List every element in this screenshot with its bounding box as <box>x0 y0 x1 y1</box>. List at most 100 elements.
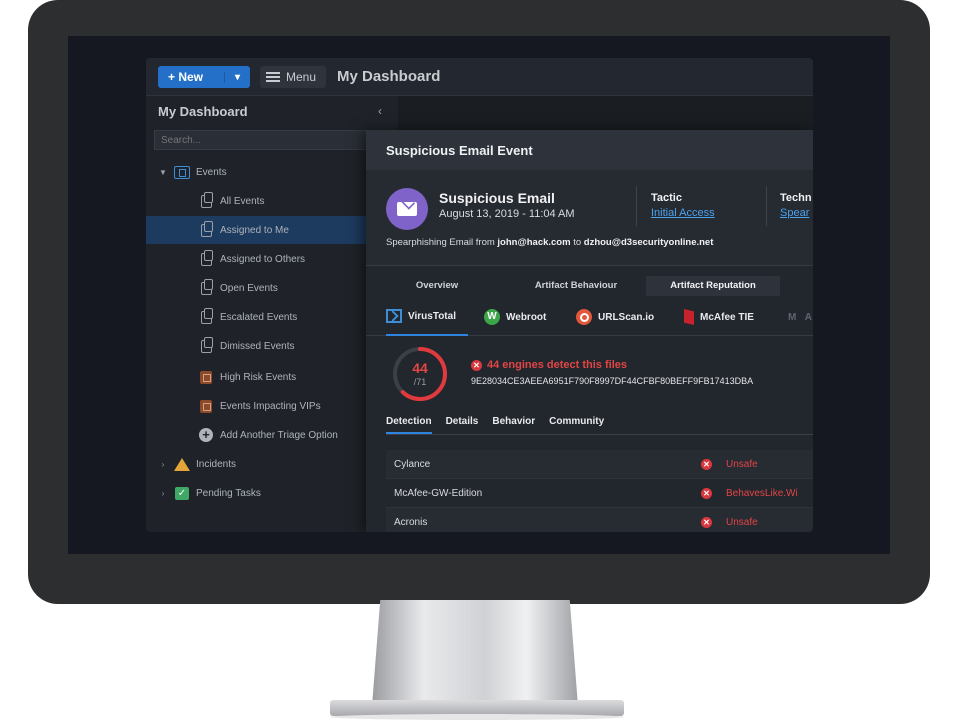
chevron-down-icon[interactable]: ▾ <box>224 71 250 83</box>
chevron-right-icon[interactable]: › <box>158 460 168 469</box>
error-icon: ✕ <box>701 516 712 528</box>
subtab-divider <box>386 434 813 435</box>
virustotal-icon <box>386 309 402 323</box>
event-title: Suspicious Email <box>439 190 555 206</box>
sidebar-item-label: Assigned to Me <box>220 224 289 236</box>
vendor-tab-virustotal[interactable]: VirusTotal <box>386 298 468 336</box>
add-triage-option-button[interactable]: + Add Another Triage Option <box>146 421 398 449</box>
copy-icon <box>198 220 214 237</box>
sidebar-item-events-impacting-vips[interactable]: Events Impacting VIPs <box>146 392 398 420</box>
vendor-tab-mcafee-tie[interactable]: McAfee TIE <box>684 298 754 336</box>
detection-result: ✕ Unsafe <box>701 516 758 528</box>
vendor-label: URLScan.io <box>598 311 655 323</box>
copy-icon <box>198 191 214 208</box>
result-label: BehavesLike.Wi <box>726 487 798 499</box>
sender-email: john@hack.com <box>497 237 571 248</box>
subtab-behavior[interactable]: Behavior <box>492 416 535 434</box>
desc-mid: to <box>570 237 584 248</box>
event-summary-card: Suspicious Email August 13, 2019 - 11:04… <box>366 170 813 266</box>
vendor-tab-more[interactable]: M A <box>788 298 813 336</box>
sidebar-item-high-risk-events[interactable]: High Risk Events <box>146 363 398 391</box>
copy-icon <box>198 249 214 266</box>
sidebar-item-label: Events Impacting VIPs <box>220 400 321 412</box>
check-icon: ✓ <box>174 486 190 500</box>
collapse-sidebar-icon[interactable]: ‹ <box>378 104 382 118</box>
copy-icon <box>198 307 214 324</box>
risk-icon <box>198 370 214 384</box>
sidebar-item-label: Add Another Triage Option <box>220 429 338 441</box>
sidebar-item-label: Incidents <box>196 458 237 470</box>
top-bar: + New ▾ Menu My Dashboard <box>146 58 813 96</box>
new-button-label: + New <box>168 70 204 84</box>
table-row: Acronis ✕ Unsafe <box>386 508 813 532</box>
main-content-area <box>398 96 813 130</box>
error-icon: ✕ <box>471 359 482 371</box>
detection-result: ✕ Unsafe <box>701 458 758 470</box>
engine-name: McAfee-GW-Edition <box>394 487 483 499</box>
subtab-details[interactable]: Details <box>446 416 479 434</box>
technique-link[interactable]: Spear <box>780 207 809 219</box>
tab-artifact-behaviour[interactable]: Artifact Behaviour <box>506 276 646 296</box>
sidebar-item-dismissed-events[interactable]: Dimissed Events <box>146 332 398 360</box>
result-label: Unsafe <box>726 516 758 528</box>
sidebar-search-input[interactable] <box>154 130 386 150</box>
sidebar-item-label: Events <box>196 166 227 178</box>
sidebar-item-incidents[interactable]: › Incidents <box>146 450 398 478</box>
sidebar: My Dashboard ‹ ▼ Events All Events Assig… <box>146 96 398 532</box>
result-subtabs: Detection Details Behavior Community <box>386 416 604 436</box>
vendor-tab-webroot[interactable]: W Webroot <box>484 298 546 336</box>
menu-button[interactable]: Menu <box>260 66 326 88</box>
subtab-detection[interactable]: Detection <box>386 416 432 434</box>
monitor-stand-neck <box>372 600 578 706</box>
tab-artifact-reputation[interactable]: Artifact Reputation <box>646 276 780 296</box>
tactic-link[interactable]: Initial Access <box>651 207 715 219</box>
reputation-vendor-tabs: VirusTotal W Webroot URLScan.io McAfee T… <box>366 298 813 336</box>
vendor-label: McAfee TIE <box>700 311 754 323</box>
vendor-label: VirusTotal <box>408 310 456 322</box>
webroot-icon: W <box>484 309 500 325</box>
detection-total: /71 <box>413 377 427 387</box>
sidebar-item-label: High Risk Events <box>220 371 297 383</box>
detection-score: 44 <box>412 360 428 376</box>
sidebar-item-events[interactable]: ▼ Events <box>146 158 398 186</box>
error-icon: ✕ <box>701 458 712 470</box>
sidebar-item-assigned-to-me[interactable]: Assigned to Me <box>146 216 398 244</box>
monitor-stand-shadow <box>330 714 624 720</box>
copy-icon <box>198 336 214 353</box>
new-button[interactable]: + New ▾ <box>158 66 250 88</box>
panel-title: Suspicious Email Event <box>366 130 813 170</box>
table-row: McAfee-GW-Edition ✕ BehavesLike.Wi <box>386 479 813 508</box>
vendor-tab-urlscan[interactable]: URLScan.io <box>576 298 654 336</box>
sidebar-item-escalated-events[interactable]: Escalated Events <box>146 303 398 331</box>
sidebar-item-assigned-to-others[interactable]: Assigned to Others <box>146 245 398 273</box>
chevron-right-icon[interactable]: › <box>158 489 168 498</box>
subtab-community[interactable]: Community <box>549 416 604 434</box>
urlscan-icon <box>576 309 592 325</box>
file-hash: 9E28034CE3AEEA6951F790F8997DF44CFBF80BEF… <box>471 376 754 386</box>
sidebar-item-label: Pending Tasks <box>196 487 261 499</box>
tab-overview[interactable]: Overview <box>386 276 488 296</box>
error-icon: ✕ <box>701 487 712 499</box>
desc-prefix: Spearphishing Email from <box>386 237 498 248</box>
chevron-down-icon[interactable]: ▼ <box>158 168 168 177</box>
detection-result: ✕ BehavesLike.Wi <box>701 487 798 499</box>
sidebar-item-label: All Events <box>220 195 265 207</box>
sidebar-item-open-events[interactable]: Open Events <box>146 274 398 302</box>
page-title: My Dashboard <box>337 68 441 85</box>
email-icon <box>386 188 428 230</box>
detection-table: Cylance ✕ Unsafe McAfee-GW-Edition ✕ Behav… <box>386 450 813 532</box>
sidebar-item-all-events[interactable]: All Events <box>146 187 398 215</box>
table-row: Cylance ✕ Unsafe <box>386 450 813 479</box>
hamburger-icon <box>266 72 280 82</box>
detail-tabs: Overview Artifact Behaviour Artifact Rep… <box>366 276 813 296</box>
sidebar-item-label: Dimissed Events <box>220 340 295 352</box>
technique-label: Techn <box>780 192 812 204</box>
copy-icon <box>198 278 214 295</box>
divider <box>766 186 767 226</box>
recipient-email: dzhou@d3securityonline.net <box>583 237 714 248</box>
vendor-label: Webroot <box>506 311 547 323</box>
detection-summary-text: 44 engines detect this files <box>487 359 627 371</box>
sidebar-item-pending-tasks[interactable]: › ✓ Pending Tasks <box>146 479 398 507</box>
plus-circle-icon: + <box>198 428 214 442</box>
sidebar-item-label: Open Events <box>220 282 278 294</box>
